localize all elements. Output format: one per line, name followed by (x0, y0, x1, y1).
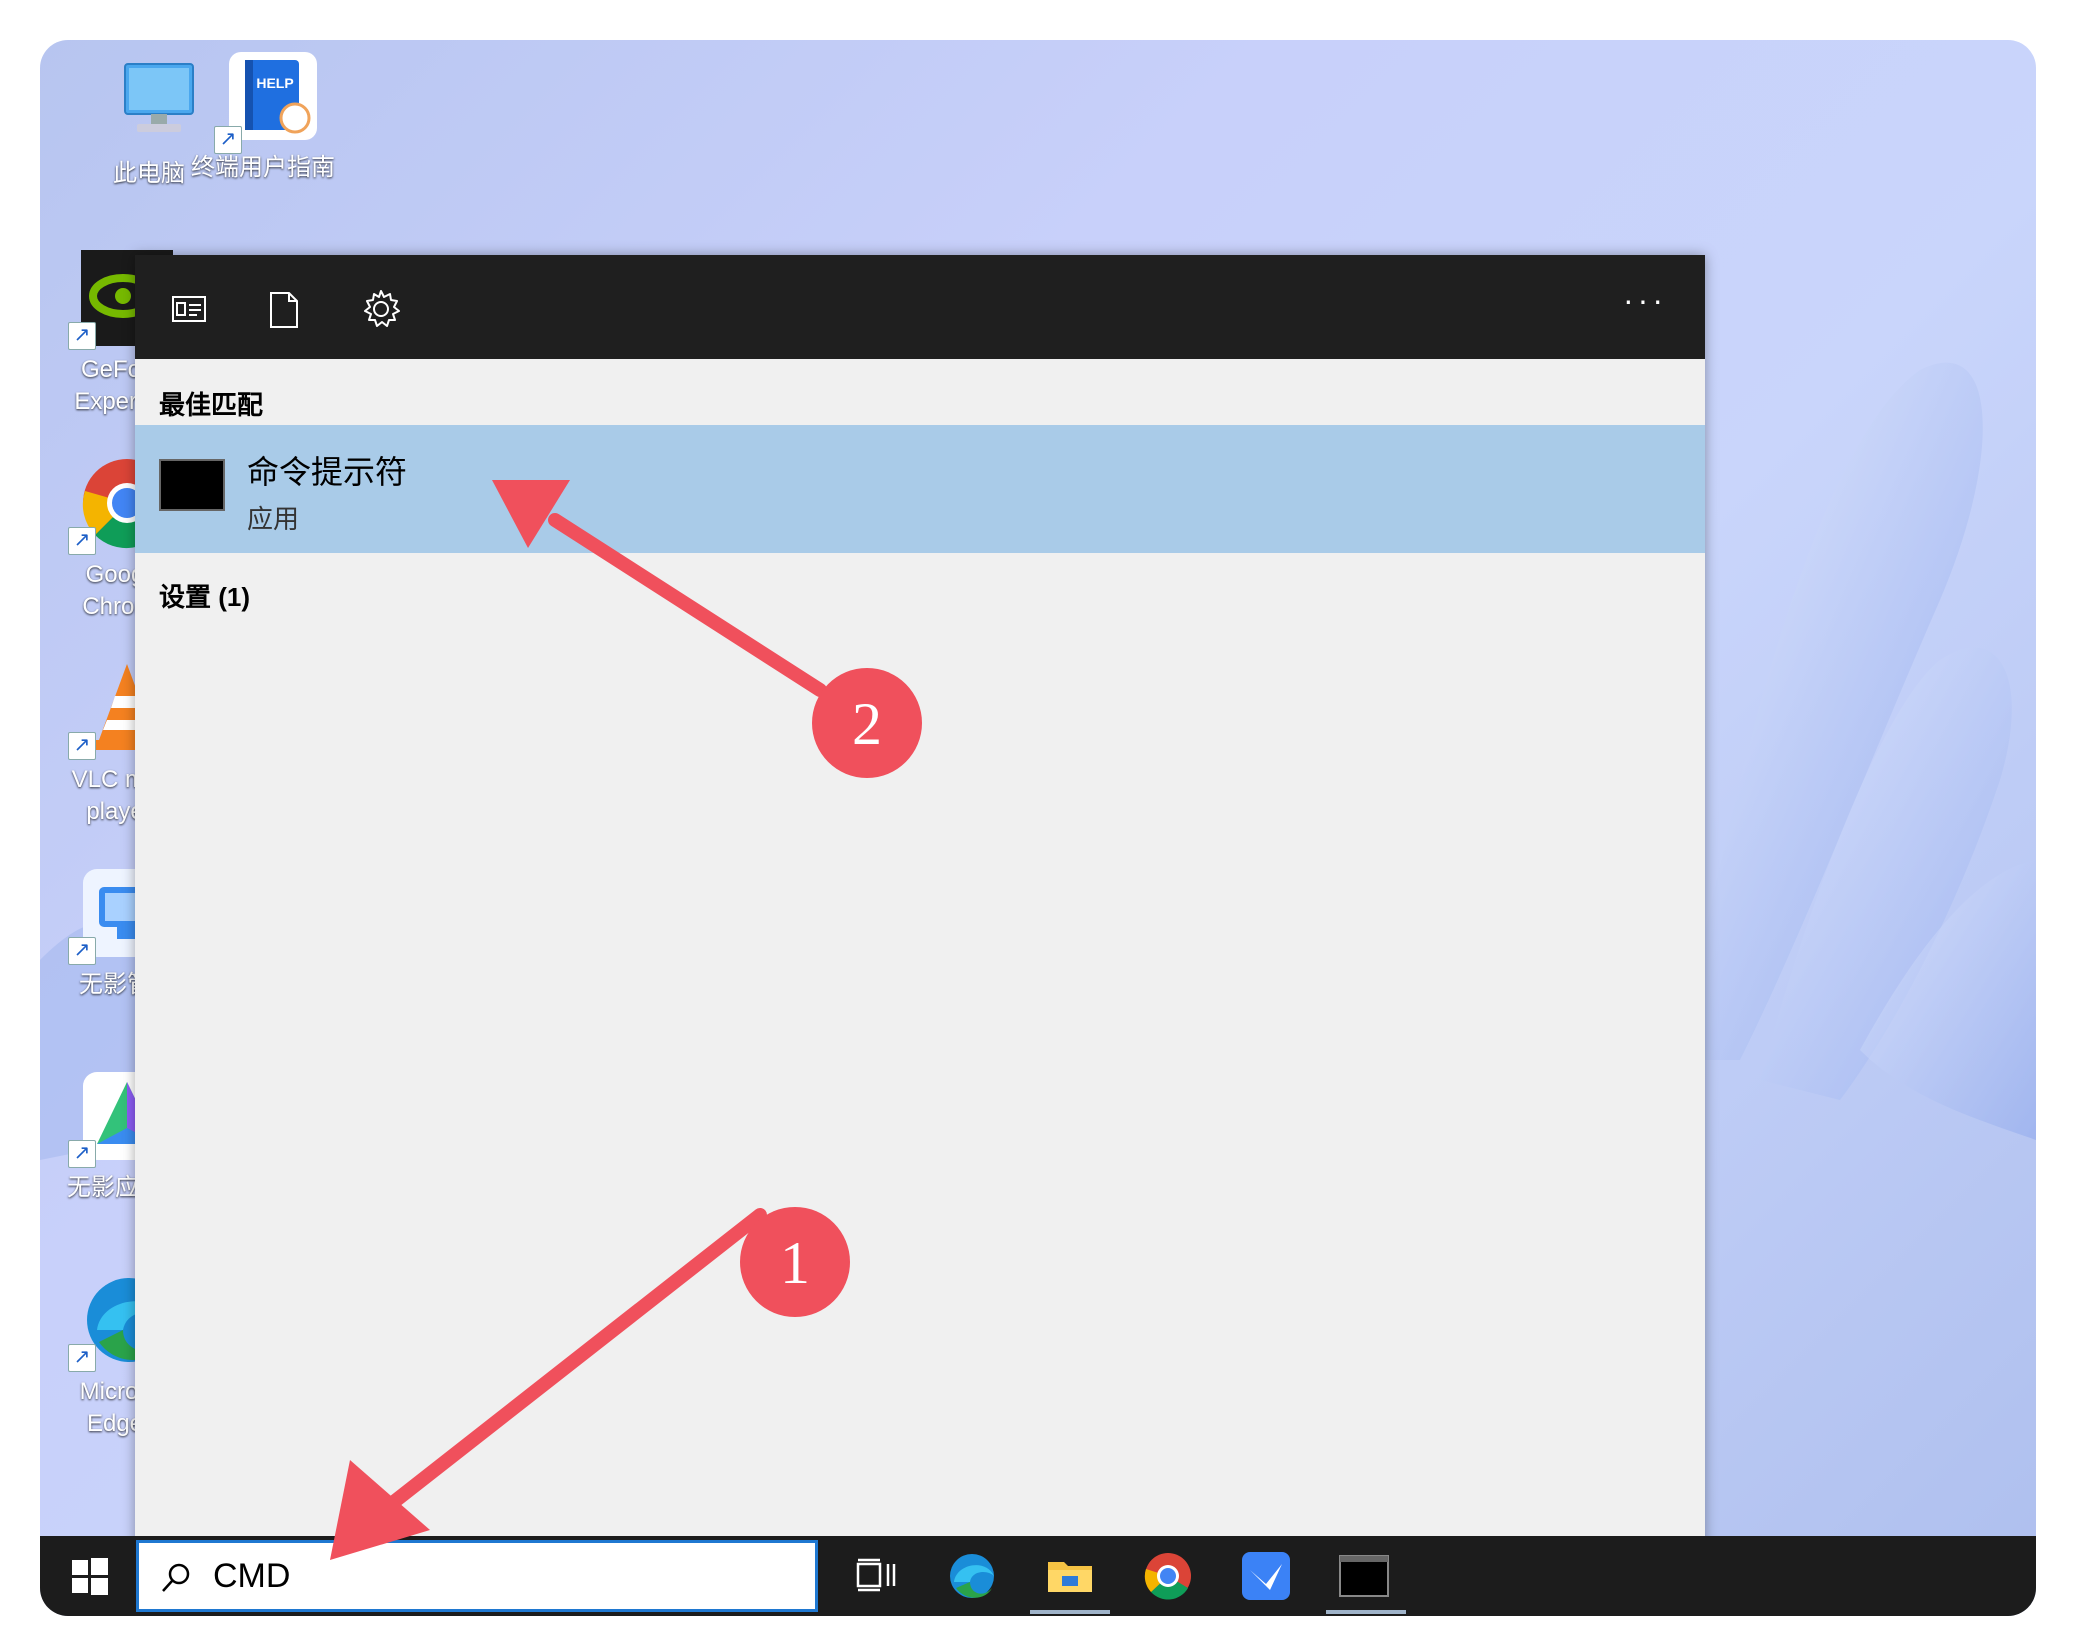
cmd-icon[interactable] (1338, 1550, 1390, 1602)
feishu-icon[interactable] (1240, 1550, 1292, 1602)
settings-heading[interactable]: 设置 (1) (159, 577, 250, 614)
windows-start-icon[interactable] (70, 1556, 110, 1596)
taskbar: CMD (40, 1536, 2036, 1616)
shortcut-arrow-icon: ↗ (68, 1140, 96, 1168)
chrome-icon[interactable] (1142, 1550, 1194, 1602)
result-subtitle: 应用 (247, 504, 300, 534)
search-panel-header: ··· (135, 255, 1705, 359)
documents-view-icon[interactable] (165, 285, 213, 333)
shortcut-arrow-icon: ↗ (68, 732, 96, 760)
help-badge-text: HELP (256, 75, 293, 91)
file-explorer-icon[interactable] (1044, 1550, 1096, 1602)
taskbar-search-box[interactable]: CMD (136, 1540, 818, 1612)
desktop-icon-label: 终端用户指南 (191, 154, 335, 181)
search-icon (162, 1563, 190, 1592)
best-match-heading: 最佳匹配 (159, 390, 264, 420)
edge-icon[interactable] (946, 1550, 998, 1602)
result-title: 命令提示符 (247, 454, 408, 490)
file-explorer-active-indicator (1030, 1610, 1110, 1614)
result-command-prompt[interactable]: 命令提示符 应用 (135, 425, 1705, 553)
command-prompt-icon (159, 459, 225, 511)
task-view-icon[interactable] (850, 1550, 902, 1602)
desktop-screen: 此电脑 HELP ↗ 终端用户指南 ↗ GeFor Experie ↗ Goog… (40, 40, 2036, 1616)
shortcut-arrow-icon: ↗ (68, 1344, 96, 1372)
computer-icon (124, 63, 194, 132)
search-results-panel: ··· 最佳匹配 命令提示符 应用 设置 (1) (135, 255, 1705, 1555)
search-input[interactable]: CMD (213, 1557, 290, 1596)
shortcut-arrow-icon: ↗ (214, 126, 242, 154)
document-icon[interactable] (259, 285, 307, 333)
more-options-button[interactable]: ··· (1615, 284, 1675, 325)
shortcut-arrow-icon: ↗ (68, 322, 96, 350)
settings-gear-icon[interactable] (357, 285, 405, 333)
cmd-active-indicator (1326, 1610, 1406, 1614)
shortcut-arrow-icon: ↗ (68, 527, 96, 555)
shortcut-arrow-icon: ↗ (68, 937, 96, 965)
